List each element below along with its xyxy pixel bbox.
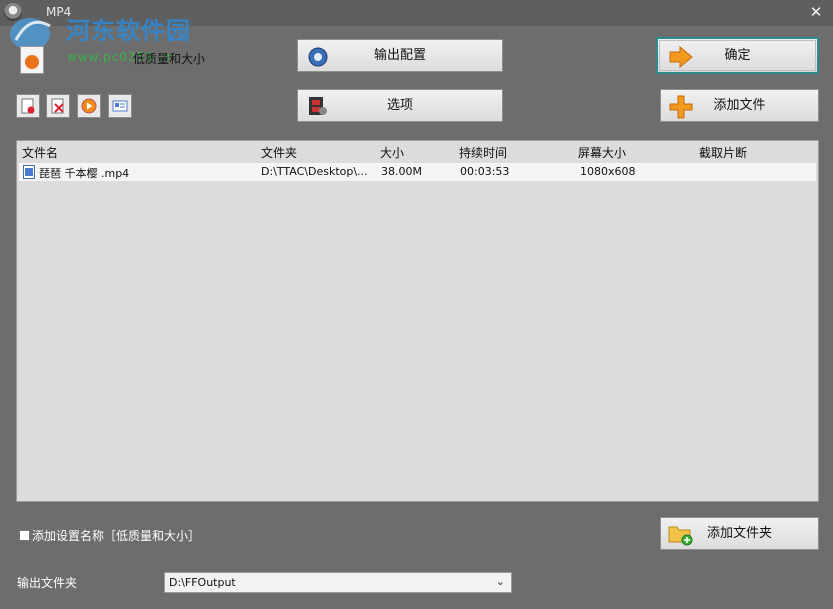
- output-folder-select[interactable]: D:\FFOutput ⌄: [164, 572, 512, 593]
- cell-filename: 琵琶 千本樱 .mp4: [39, 167, 130, 180]
- table-row[interactable]: 琵琶 千本樱 .mp4 D:\TTAC\Desktop\... 38.00M 0…: [19, 163, 816, 181]
- close-button[interactable]: ✕: [806, 2, 826, 22]
- output-config-label: 输出配置: [373, 48, 426, 63]
- output-config-button[interactable]: 输出配置: [297, 39, 503, 72]
- remove-file-icon: [21, 98, 35, 114]
- add-setting-name-label[interactable]: 添加设置名称［低质量和大小］: [32, 527, 200, 544]
- file-info-icon: [112, 100, 128, 112]
- remove-file-button[interactable]: [16, 94, 40, 118]
- output-folder-label: 输出文件夹: [17, 576, 78, 590]
- mp4-profile-icon: [20, 46, 44, 74]
- column-header-folder[interactable]: 文件夹: [261, 144, 297, 161]
- play-button[interactable]: [77, 94, 101, 118]
- column-header-screen-size[interactable]: 屏幕大小: [578, 144, 626, 161]
- file-info-button[interactable]: [108, 94, 132, 118]
- clear-list-icon: [51, 98, 64, 114]
- file-list-header: 文件名 文件夹 大小 持续时间 屏幕大小 截取片断: [17, 141, 818, 163]
- chevron-down-icon[interactable]: ⌄: [496, 575, 505, 588]
- add-file-label: 添加文件: [713, 98, 766, 113]
- cell-duration: 00:03:53: [460, 165, 510, 178]
- options-label: 选项: [386, 98, 413, 113]
- column-header-duration[interactable]: 持续时间: [459, 144, 507, 161]
- add-folder-button[interactable]: 添加文件夹: [660, 517, 819, 550]
- ok-button[interactable]: 确定: [656, 37, 819, 74]
- clear-list-button[interactable]: [46, 94, 70, 118]
- profile-name: 低质量和大小: [133, 52, 206, 66]
- column-header-size[interactable]: 大小: [380, 144, 404, 161]
- cell-size: 38.00M: [381, 165, 422, 178]
- play-icon: [81, 98, 97, 114]
- column-header-clip[interactable]: 截取片断: [699, 144, 747, 161]
- video-file-icon: [23, 165, 35, 179]
- options-button[interactable]: 选项: [297, 89, 503, 122]
- cell-screen-size: 1080x608: [580, 165, 636, 178]
- file-list[interactable]: 文件名 文件夹 大小 持续时间 屏幕大小 截取片断 琵琶 千本樱 .mp4 D:…: [16, 140, 819, 502]
- ok-label: 确定: [724, 48, 751, 63]
- add-setting-name-checkbox[interactable]: [19, 530, 30, 541]
- watermark-text: 河东软件园: [66, 16, 191, 45]
- add-folder-label: 添加文件夹: [706, 526, 772, 541]
- cell-folder: D:\TTAC\Desktop\...: [261, 165, 368, 178]
- output-folder-value: D:\FFOutput: [169, 576, 236, 589]
- column-header-filename[interactable]: 文件名: [22, 144, 58, 161]
- add-file-button[interactable]: 添加文件: [660, 89, 819, 122]
